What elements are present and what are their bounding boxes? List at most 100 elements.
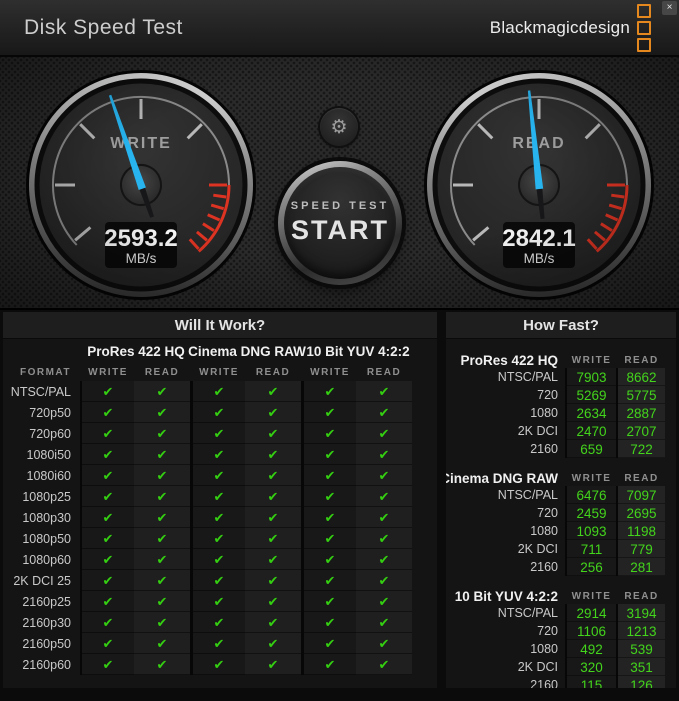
- check-icon: ✔: [193, 612, 245, 633]
- check-icon: ✔: [245, 486, 301, 507]
- start-button-subtitle: SPEED TEST: [290, 200, 390, 212]
- check-icon: ✔: [304, 486, 356, 507]
- check-icon: ✔: [356, 528, 412, 549]
- write-read-column-header: READ: [366, 366, 402, 378]
- read-column-header: READ: [624, 472, 659, 484]
- read-speed-cell: 3194: [618, 604, 665, 622]
- write-column-header: WRITE: [571, 354, 612, 366]
- write-speed-cell: 2470: [567, 422, 616, 440]
- check-icon: ✔: [82, 528, 134, 549]
- check-icon: ✔: [193, 444, 245, 465]
- format-row-label: 2160p50: [22, 636, 71, 651]
- format-row-label: NTSC/PAL: [497, 370, 558, 384]
- check-icon: ✔: [245, 507, 301, 528]
- format-row-label: 2160: [530, 442, 558, 456]
- format-row-label: NTSC/PAL: [10, 384, 71, 399]
- read-gauge: READ 2842.1 MB/s: [424, 70, 654, 300]
- write-read-column-header: READ: [255, 366, 291, 378]
- check-icon: ✔: [134, 381, 190, 402]
- check-icon: ✔: [193, 570, 245, 591]
- check-icon: ✔: [304, 444, 356, 465]
- read-speed-cell: 8662: [618, 368, 665, 386]
- check-icon: ✔: [245, 654, 301, 675]
- read-speed-cell: 351: [618, 658, 665, 676]
- check-icon: ✔: [304, 402, 356, 423]
- write-speed-cell: 256: [567, 558, 616, 576]
- check-icon: ✔: [356, 486, 412, 507]
- write-speed-cell: 2634: [567, 404, 616, 422]
- start-button[interactable]: SPEED TEST START: [278, 161, 402, 285]
- read-speed-cell: 7097: [618, 486, 665, 504]
- format-row-label: 1080p25: [22, 489, 71, 504]
- format-row-label: 2K DCI: [517, 660, 558, 674]
- check-icon: ✔: [134, 507, 190, 528]
- settings-button[interactable]: ⚙: [320, 108, 358, 146]
- format-row-label: 1080i50: [26, 447, 72, 462]
- check-icon: ✔: [304, 465, 356, 486]
- format-row-label: 1080i60: [26, 468, 72, 483]
- check-icon: ✔: [245, 528, 301, 549]
- format-row-label: 1080p60: [22, 552, 71, 567]
- format-row-label: 2160p30: [22, 615, 71, 630]
- check-icon: ✔: [245, 612, 301, 633]
- read-speed-cell: 722: [618, 440, 665, 458]
- format-row-label: 2160: [530, 678, 558, 688]
- write-read-column-header: READ: [144, 366, 180, 378]
- close-window-icon[interactable]: ×: [662, 1, 677, 15]
- write-read-column-header: WRITE: [88, 366, 128, 378]
- brand-square-icon: [637, 3, 651, 18]
- format-row-label: 1080p50: [22, 531, 71, 546]
- check-icon: ✔: [82, 549, 134, 570]
- check-icon: ✔: [356, 507, 412, 528]
- format-row-label: NTSC/PAL: [497, 606, 558, 620]
- check-icon: ✔: [193, 465, 245, 486]
- write-speed-cell: 115: [567, 676, 616, 688]
- write-speed-cell: 711: [567, 540, 616, 558]
- check-icon: ✔: [245, 591, 301, 612]
- check-icon: ✔: [134, 654, 190, 675]
- gauge-section: WRITE 2593.2 MB/s READ 2842.1 MB/s ⚙ SPE…: [0, 57, 679, 310]
- check-icon: ✔: [134, 570, 190, 591]
- start-button-face: SPEED TEST START: [284, 167, 396, 279]
- check-icon: ✔: [82, 654, 134, 675]
- check-icon: ✔: [356, 465, 412, 486]
- start-button-label: START: [291, 215, 389, 245]
- format-column-header: FORMAT: [19, 366, 71, 378]
- check-icon: ✔: [134, 591, 190, 612]
- will-it-work-grid: ProRes 422 HQ Cinema DNG RAW 10 Bit YUV 4:…: [3, 339, 437, 688]
- check-icon: ✔: [304, 549, 356, 570]
- check-icon: ✔: [193, 423, 245, 444]
- check-icon: ✔: [134, 612, 190, 633]
- write-speed-cell: 7903: [567, 368, 616, 386]
- codec-section-header: 10 Bit YUV 4:2:2: [454, 588, 558, 604]
- brand-square-icon: [637, 37, 651, 52]
- read-speed-cell: 5775: [618, 386, 665, 404]
- check-icon: ✔: [193, 402, 245, 423]
- write-column-header: WRITE: [571, 590, 612, 602]
- check-icon: ✔: [193, 654, 245, 675]
- format-row-label: 2160: [530, 560, 558, 574]
- check-icon: ✔: [356, 444, 412, 465]
- codec-column-header: 10 Bit YUV 4:2:2: [306, 343, 410, 359]
- check-icon: ✔: [193, 549, 245, 570]
- check-icon: ✔: [134, 633, 190, 654]
- check-icon: ✔: [134, 549, 190, 570]
- check-icon: ✔: [82, 465, 134, 486]
- check-icon: ✔: [304, 591, 356, 612]
- gauge-title: READ: [512, 135, 565, 152]
- how-fast-title: How Fast?: [446, 312, 676, 339]
- how-fast-section: Cinema DNG RAW WRITE READ NTSC/PAL 6476 7097 7…: [446, 470, 676, 576]
- check-icon: ✔: [356, 612, 412, 633]
- write-speed-unit: MB/s: [126, 251, 157, 266]
- check-icon: ✔: [304, 612, 356, 633]
- check-icon: ✔: [245, 633, 301, 654]
- check-icon: ✔: [245, 549, 301, 570]
- check-icon: ✔: [304, 381, 356, 402]
- check-icon: ✔: [134, 486, 190, 507]
- check-icon: ✔: [356, 633, 412, 654]
- how-fast-section: 10 Bit YUV 4:2:2 WRITE READ NTSC/PAL 2914 319…: [446, 588, 676, 688]
- check-icon: ✔: [193, 486, 245, 507]
- format-row-label: 720p50: [29, 405, 71, 420]
- check-icon: ✔: [245, 465, 301, 486]
- how-fast-panel: How Fast? ProRes 422 HQ WRITE READ NTSC/PAL…: [446, 312, 676, 688]
